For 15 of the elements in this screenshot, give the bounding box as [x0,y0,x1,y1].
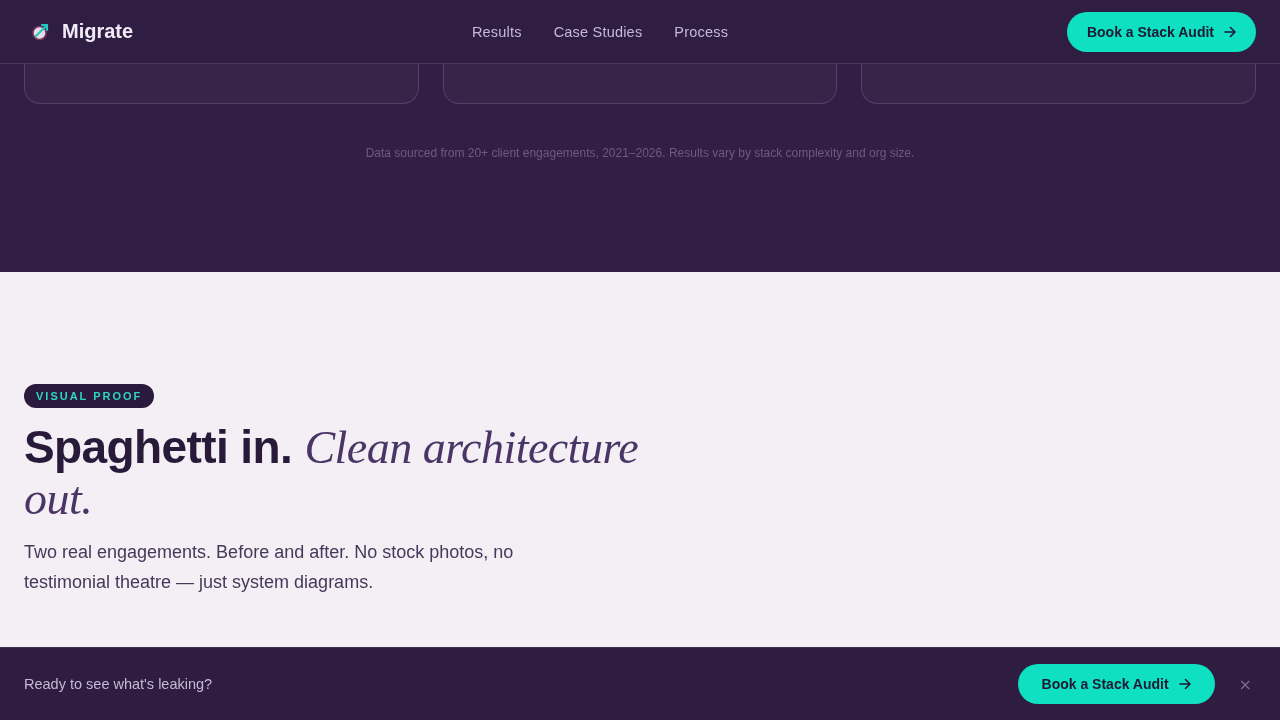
section-lead: Two real engagements. Before and after. No stock photos, no testimonial theatre — just system diagrams. [24,541,515,594]
cta-prompt: Ready to see what's leaking? [24,676,214,692]
book-audit-button[interactable]: Book a Stack Audit [1066,11,1256,52]
brand-name: Migrate [62,20,134,43]
source-note: Data sourced from 20+ client engagements, 2021–2026. Results vary by stack complexity and org size. [365,146,915,160]
logo-link[interactable]: Migrate [24,20,134,43]
arrow-icon [1178,678,1191,690]
section-heading: Spaghetti in. Clean architecture out. [24,422,640,524]
arrow-icon [1224,25,1236,38]
section-badge: VISUAL PROOF [24,384,155,408]
nav-link[interactable]: Process [674,23,729,40]
nav-link[interactable]: Results [471,23,522,40]
circle-arrow-icon [31,22,50,41]
book-audit-button[interactable]: Book a Stack Audit [1017,664,1215,704]
nav-link[interactable]: Case Studies [553,23,643,40]
